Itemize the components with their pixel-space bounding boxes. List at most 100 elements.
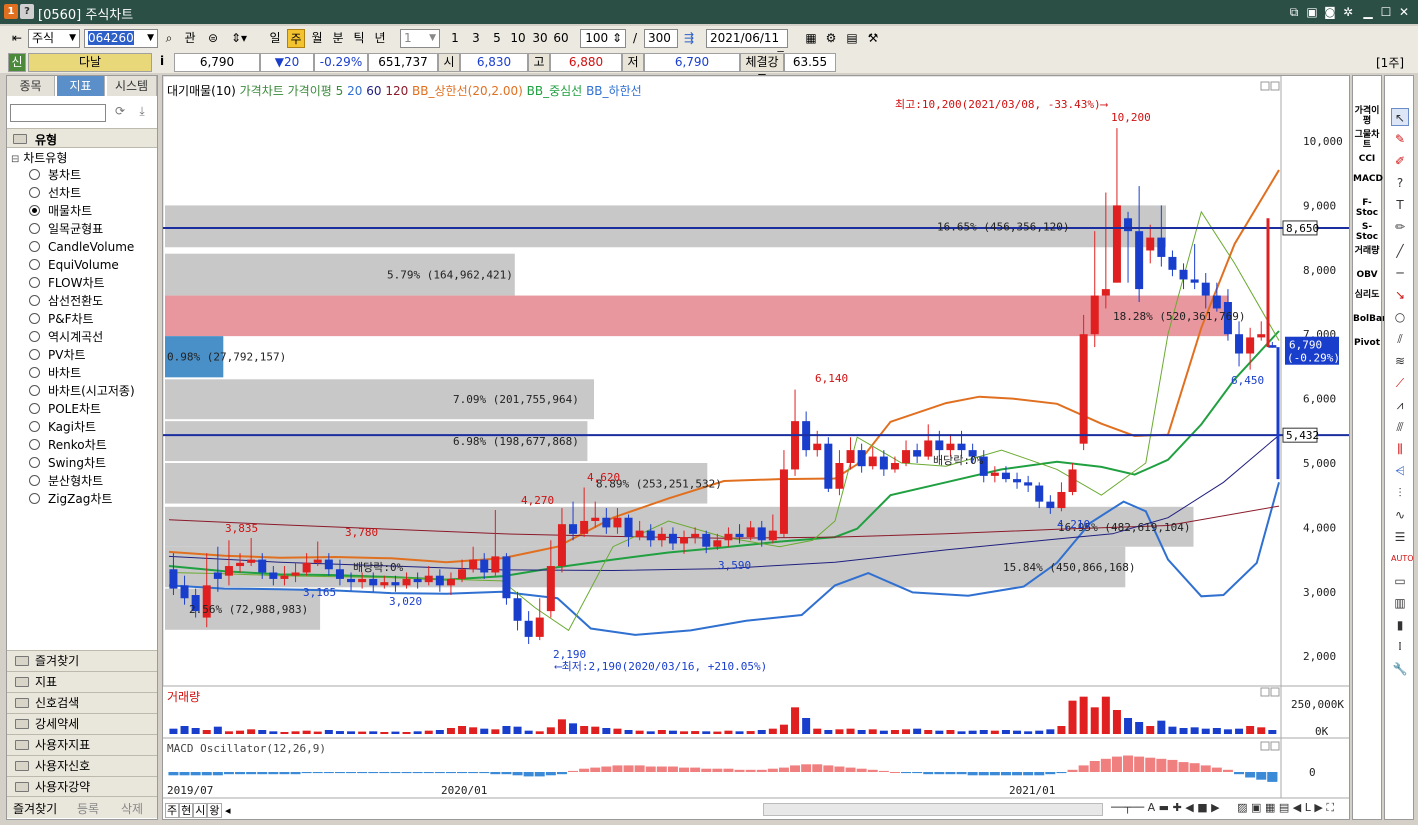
parallel-icon[interactable]: ⫻: [1391, 418, 1409, 436]
gann-icon[interactable]: ⟋: [1391, 374, 1409, 392]
indicator-button[interactable]: 가격이평: [1353, 106, 1381, 128]
forward-icon[interactable]: ▶: [1314, 801, 1322, 814]
table-icon[interactable]: ▤: [1279, 801, 1289, 814]
link-icon[interactable]: ⧉: [1286, 4, 1302, 20]
save-icon[interactable]: ▤: [843, 29, 861, 48]
pattern-icon[interactable]: ☰: [1391, 528, 1409, 546]
toggle-icon[interactable]: ⊜: [204, 29, 222, 48]
chart-type-item[interactable]: POLE차트: [29, 400, 101, 418]
line-icon[interactable]: ╱: [1391, 242, 1409, 260]
chart-type-item[interactable]: 선차트: [29, 184, 81, 202]
help-icon[interactable]: ?: [20, 4, 34, 19]
radio-icon[interactable]: [29, 295, 40, 306]
tab-system[interactable]: 시스템: [107, 76, 157, 96]
grid-icon[interactable]: ▦: [1265, 801, 1275, 814]
zoom-out-icon[interactable]: A: [1148, 801, 1156, 814]
period-tick[interactable]: 틱: [350, 29, 368, 48]
download-icon[interactable]: ⤓: [133, 104, 151, 122]
search-icon[interactable]: ⌕: [160, 29, 178, 48]
zigzag-icon[interactable]: ≋: [1391, 352, 1409, 370]
unit-10[interactable]: 10: [508, 29, 528, 48]
radio-icon[interactable]: [29, 331, 40, 342]
chart-type-item[interactable]: 바차트(시고저종): [29, 382, 135, 400]
unit-3[interactable]: 3: [467, 29, 485, 48]
tools-icon[interactable]: ⚒: [864, 29, 882, 48]
gear-icon[interactable]: ✲: [1340, 4, 1356, 20]
play-icon[interactable]: ▶: [1211, 801, 1219, 814]
window-icon[interactable]: ▭: [1391, 572, 1409, 590]
radio-icon[interactable]: [29, 403, 40, 414]
legend-item[interactable]: BB_중심선: [527, 84, 583, 98]
chart-type-item[interactable]: CandleVolume: [29, 238, 134, 256]
chart-type-item[interactable]: Swing차트: [29, 454, 106, 472]
total-input[interactable]: 300: [644, 29, 678, 48]
candle-icon[interactable]: ⫿: [1391, 638, 1409, 656]
indicator-button[interactable]: OBV: [1353, 270, 1381, 288]
radio-icon[interactable]: [29, 475, 40, 486]
channel-icon[interactable]: ⫽: [1391, 330, 1409, 348]
latest-icon[interactable]: L: [1305, 801, 1311, 814]
chart-type-item[interactable]: PV차트: [29, 346, 86, 364]
section-item[interactable]: 지표: [7, 671, 157, 692]
info-icon[interactable]: i: [154, 53, 170, 72]
unit-30[interactable]: 30: [530, 29, 550, 48]
camera-icon[interactable]: ◙: [1322, 4, 1338, 20]
radio-icon[interactable]: [29, 367, 40, 378]
expand-icon[interactable]: ⛶: [1326, 801, 1334, 814]
search-input[interactable]: [10, 104, 106, 122]
wrench-icon[interactable]: 🔧: [1391, 660, 1409, 678]
spin-icon[interactable]: ⇕▾: [226, 29, 252, 48]
radio-icon[interactable]: [29, 241, 40, 252]
tree-chart-types[interactable]: ⊟ 차트유형: [11, 150, 67, 166]
unit-60[interactable]: 60: [551, 29, 571, 48]
legend-item[interactable]: 120: [385, 84, 408, 98]
bottom-tab-register[interactable]: 등록: [77, 800, 99, 817]
period-day[interactable]: 일: [266, 29, 284, 48]
clipboard-icon[interactable]: ▥: [1391, 594, 1409, 612]
close-icon[interactable]: ✕: [1396, 4, 1412, 20]
window-number-icon[interactable]: 1: [4, 4, 18, 19]
range-icon[interactable]: ⇶: [680, 29, 698, 48]
maximize-icon[interactable]: ☐: [1378, 4, 1394, 20]
period-minute[interactable]: 분: [329, 29, 347, 48]
minus-icon[interactable]: ▬: [1159, 801, 1169, 814]
circle-icon[interactable]: ○: [1391, 308, 1409, 326]
question-icon[interactable]: ?: [1391, 174, 1409, 192]
bottom-tab-favorites[interactable]: 즐겨찾기: [13, 800, 57, 817]
radio-icon[interactable]: [29, 205, 40, 216]
legend-item[interactable]: 60: [366, 84, 381, 98]
nav-tab[interactable]: 현: [179, 803, 194, 818]
hline-icon[interactable]: ─: [1391, 264, 1409, 282]
cycle-icon[interactable]: ⩤: [1391, 462, 1409, 480]
radio-icon[interactable]: [29, 385, 40, 396]
unit-5[interactable]: 5: [488, 29, 506, 48]
market-select[interactable]: 주식 ▼: [28, 29, 80, 48]
radio-icon[interactable]: [29, 313, 40, 324]
print-icon[interactable]: ▨: [1237, 801, 1247, 814]
chart-type-item[interactable]: 봉차트: [29, 166, 81, 184]
chart-type-item[interactable]: 일목균형표: [29, 220, 103, 238]
legend-item[interactable]: 20: [347, 84, 362, 98]
section-item[interactable]: 사용자신호: [7, 755, 157, 776]
prev-stock-icon[interactable]: ⇤: [8, 29, 26, 48]
text-icon[interactable]: T: [1391, 196, 1409, 214]
chart-type-item[interactable]: ZigZag차트: [29, 490, 112, 508]
radio-icon[interactable]: [29, 187, 40, 198]
radio-icon[interactable]: [29, 259, 40, 270]
nav-tab[interactable]: 왕: [207, 803, 222, 818]
radio-icon[interactable]: [29, 223, 40, 234]
play-back-icon[interactable]: ◀: [1185, 801, 1193, 814]
chart-type-item[interactable]: 분산형차트: [29, 472, 103, 490]
save-chart-icon[interactable]: ▣: [1251, 801, 1261, 814]
date-input[interactable]: 2021/06/11▼: [706, 29, 788, 60]
legend-item[interactable]: 5: [336, 84, 344, 98]
indicator-button[interactable]: 그물차트: [1353, 130, 1381, 152]
indicator-button[interactable]: MACD: [1353, 174, 1383, 196]
calc-icon[interactable]: ▦: [802, 29, 820, 48]
chart-type-item[interactable]: 바차트: [29, 364, 81, 382]
chart-settings-icon[interactable]: ⚙: [822, 29, 840, 48]
chart-area[interactable]: 16.65% (456,356,120) 5.79% (164,962,421) 1…: [162, 75, 1350, 820]
all-erase-icon[interactable]: ✐: [1391, 152, 1409, 170]
chart-scrollbar[interactable]: [763, 803, 1103, 816]
legend-item[interactable]: 대기매물(10): [167, 84, 236, 98]
